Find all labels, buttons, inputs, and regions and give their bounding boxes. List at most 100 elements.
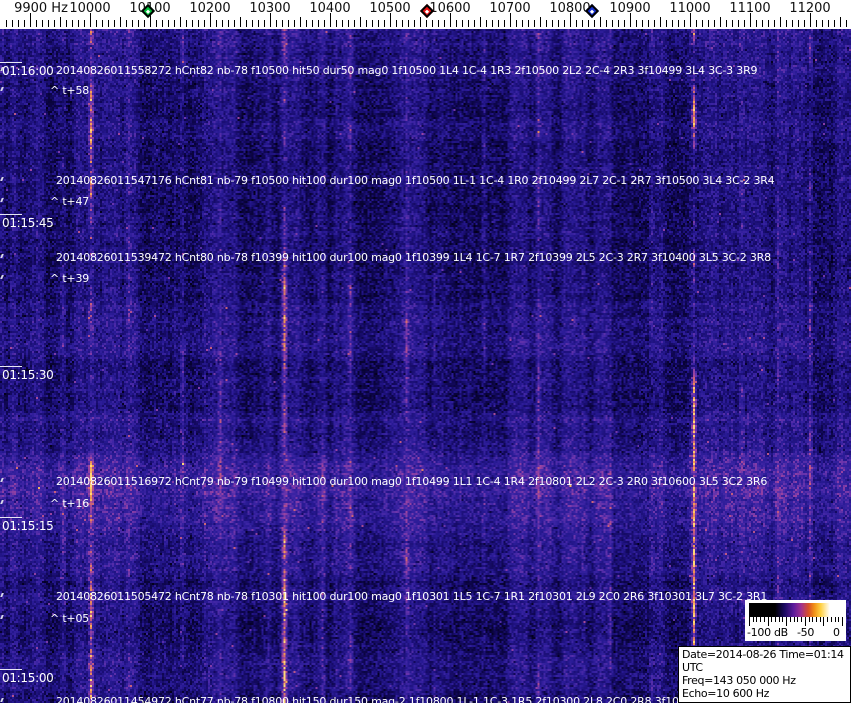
time-tick: [0, 62, 22, 63]
edge-tick: [0, 698, 4, 702]
freq-tick: [84, 20, 85, 27]
colorbar-tick: [764, 617, 765, 622]
freq-tick-label: 11000: [669, 1, 710, 16]
freq-tick: [108, 20, 109, 27]
freq-tick: [696, 20, 697, 27]
marker-red-center: [425, 10, 429, 14]
freq-tick: [312, 20, 313, 27]
time-tick: [0, 366, 22, 367]
freq-tick: [468, 20, 469, 27]
colorbar-label-mid: -50: [797, 626, 814, 639]
colorbar-tick: [756, 617, 757, 622]
colorbar-tick: [794, 617, 795, 622]
edge-tick: [0, 254, 4, 258]
freq-tick: [18, 20, 19, 27]
detection-time-marker: ^ t+47: [50, 195, 89, 208]
freq-tick: [180, 17, 181, 27]
freq-tick: [222, 20, 223, 27]
freq-tick-label: 10000: [69, 1, 110, 16]
freq-tick: [780, 17, 781, 27]
colorbar-tick: [827, 617, 828, 622]
freq-tick: [42, 20, 43, 27]
freq-tick: [756, 20, 757, 27]
freq-tick: [492, 20, 493, 27]
freq-tick: [6, 20, 7, 27]
time-label: 01:15:45: [2, 216, 54, 230]
edge-tick: [0, 275, 4, 279]
freq-tick: [648, 20, 649, 27]
freq-tick: [822, 20, 823, 27]
detection-text: 20140826011539472 hCnt80 nb-78 f10399 hi…: [56, 251, 771, 264]
freq-tick: [552, 20, 553, 27]
freq-tick: [192, 20, 193, 27]
time-tick: [0, 669, 22, 670]
time-tick: [0, 214, 22, 215]
frequency-axis: 9900 Hz100001010010200103001040010500106…: [0, 0, 851, 29]
edge-tick: [0, 593, 4, 597]
freq-tick: [840, 17, 841, 27]
colorbar-tick: [779, 617, 780, 622]
freq-tick: [714, 20, 715, 27]
freq-tick: [102, 20, 103, 27]
colorbar-tick: [760, 617, 761, 622]
edge-tick: [0, 615, 4, 619]
freq-tick: [348, 20, 349, 27]
freq-tick: [564, 20, 565, 27]
info-date-line: Date=2014-08-26 Time=01:14 UTC: [682, 648, 850, 674]
colorbar-tick: [768, 617, 769, 626]
colorbar-tick: [782, 617, 783, 622]
freq-tick: [738, 20, 739, 27]
colorbar-label-max: 0: [833, 626, 840, 639]
freq-tick: [588, 20, 589, 27]
freq-tick: [384, 20, 385, 27]
detection-time-marker: ^ t+16: [50, 497, 89, 510]
marker-blue-center: [590, 10, 594, 14]
colorbar-label-min: -100 dB: [747, 626, 788, 639]
freq-tick: [336, 20, 337, 27]
freq-tick-label: 10500: [369, 1, 410, 16]
time-label: 01:16:00: [2, 64, 54, 78]
colorbar-tick: [835, 617, 836, 622]
freq-tick: [324, 20, 325, 27]
spectrogram-app: 01:16:00 01:15:45 01:15:30 01:15:15 01:15:00…: [0, 0, 851, 703]
freq-tick: [504, 20, 505, 27]
colorbar-tick: [801, 617, 802, 622]
freq-tick: [138, 20, 139, 27]
freq-tick: [438, 20, 439, 27]
freq-tick: [582, 20, 583, 27]
freq-tick: [246, 20, 247, 27]
freq-tick: [702, 20, 703, 27]
edge-tick: [0, 177, 4, 181]
colorbar-tick: [753, 617, 754, 622]
freq-tick: [546, 20, 547, 27]
colorbar-tick: [816, 617, 817, 622]
freq-tick: [174, 20, 175, 27]
spectrogram-overlay: 01:16:00 01:15:45 01:15:30 01:15:15 01:15:00…: [0, 29, 851, 703]
freq-tick: [672, 20, 673, 27]
freq-tick-label: 10300: [249, 1, 290, 16]
freq-tick: [522, 20, 523, 27]
detection-time-marker: ^ t+58: [50, 84, 89, 97]
freq-tick: [786, 20, 787, 27]
colorbar-gradient: [749, 603, 842, 617]
freq-tick-label: 9900 Hz: [14, 1, 68, 16]
freq-tick-label: 11100: [729, 1, 770, 16]
detection-text: 20140826011505472 hCnt78 nb-78 f10301 hi…: [56, 590, 767, 603]
detection-time-marker: ^ t+05: [50, 612, 89, 625]
detection-text: 20140826011454972 hCnt77 nb-78 f10800 hi…: [56, 695, 771, 703]
freq-tick: [144, 20, 145, 27]
freq-tick: [498, 20, 499, 27]
freq-tick: [378, 20, 379, 27]
freq-tick: [606, 20, 607, 27]
info-freq-line: Freq=143 050 000 Hz: [682, 674, 850, 687]
colorbar-tick: [790, 617, 791, 622]
freq-tick: [834, 20, 835, 27]
freq-tick: [276, 20, 277, 27]
freq-tick: [162, 20, 163, 27]
freq-tick: [576, 20, 577, 27]
detection-time-marker: ^ t+39: [50, 272, 89, 285]
freq-tick: [774, 20, 775, 27]
freq-tick: [186, 20, 187, 27]
freq-tick: [156, 20, 157, 27]
freq-tick: [594, 20, 595, 27]
